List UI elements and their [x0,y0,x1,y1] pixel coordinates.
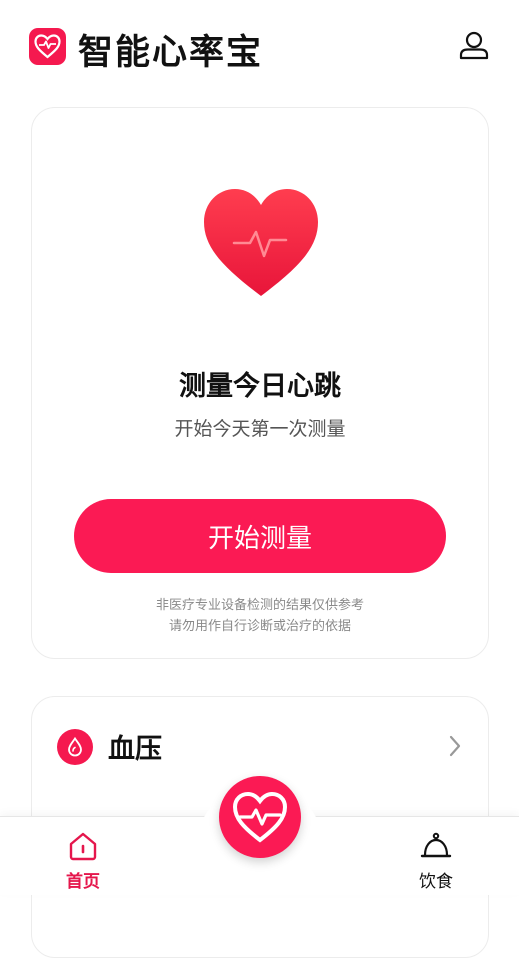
tab-diet-label: 饮食 [419,872,453,892]
food-cloche-icon [420,832,452,858]
app-header: 智能心率宝 [0,0,519,95]
tab-home[interactable]: 首页 [43,817,123,895]
home-icon [69,832,97,861]
blood-drop-icon [68,737,82,757]
disclaimer: 非医疗专业设备检测的结果仅供参考 请勿用作自行诊断或治疗的依据 [32,595,488,637]
tab-home-label: 首页 [66,872,100,892]
profile-button[interactable] [458,30,490,62]
app-logo [29,28,66,65]
heart-pulse-icon [34,34,61,59]
chevron-right-icon [449,735,461,757]
blood-pressure-icon-badge [57,729,93,765]
measure-card: 测量今日心跳 开始今天第一次测量 开始测量 非医疗专业设备检测的结果仅供参考 请… [31,107,489,659]
blood-pressure-title: 血压 [108,734,162,765]
disclaimer-line-2: 请勿用作自行诊断或治疗的依据 [168,619,351,634]
tab-diet[interactable]: 饮食 [396,817,476,895]
app-title: 智能心率宝 [78,33,264,73]
heart-pulse-icon [204,189,318,296]
quick-measure-button[interactable] [219,776,301,858]
measure-title: 测量今日心跳 [179,371,341,402]
start-measure-button[interactable]: 开始测量 [74,499,446,573]
disclaimer-line-1: 非医疗专业设备检测的结果仅供参考 [155,598,364,613]
heart-pulse-icon [232,791,288,843]
user-icon [459,31,489,60]
measure-subtitle: 开始今天第一次测量 [174,418,346,440]
